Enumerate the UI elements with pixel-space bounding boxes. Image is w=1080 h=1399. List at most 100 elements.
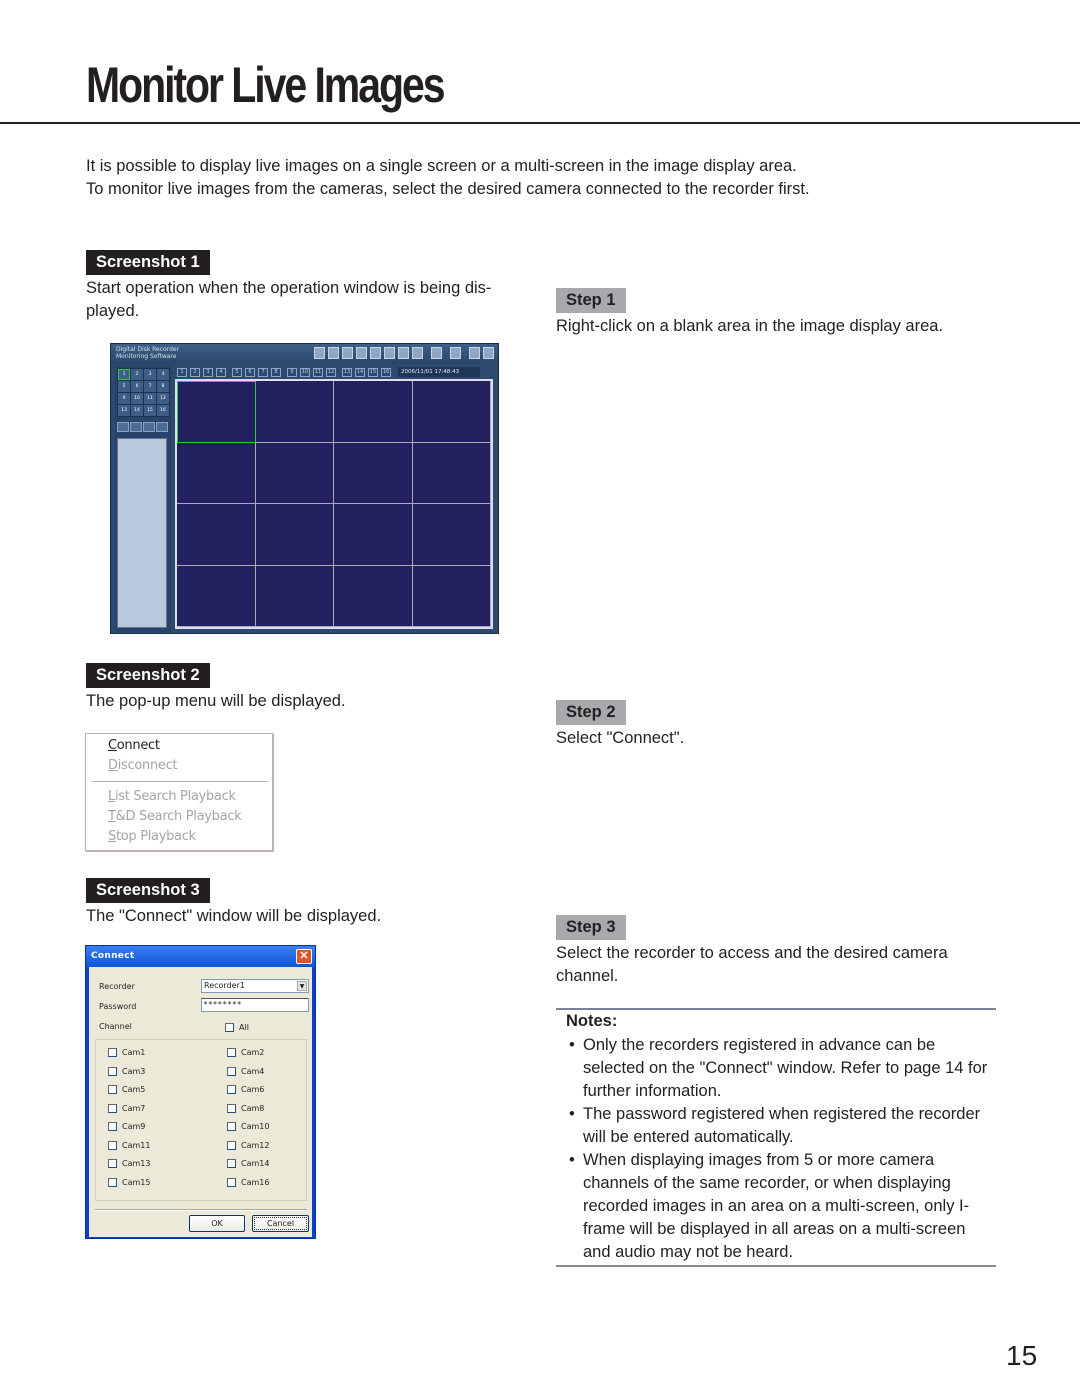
- toolbar-button[interactable]: [384, 347, 395, 359]
- toolbar-button[interactable]: [370, 347, 381, 359]
- chevron-down-icon[interactable]: ▼: [297, 981, 307, 991]
- camera-checkbox-row[interactable]: Cam3: [108, 1066, 145, 1076]
- camera-button-2[interactable]: 2: [131, 369, 143, 380]
- camera-button-3[interactable]: 3: [144, 369, 156, 380]
- layout-button-9[interactable]: [143, 422, 155, 432]
- channel-button-11[interactable]: 11: [313, 367, 323, 377]
- camera-checkbox[interactable]: [227, 1140, 236, 1150]
- display-area-cell[interactable]: [177, 565, 256, 627]
- channel-button-16[interactable]: 16: [381, 367, 391, 377]
- camera-button-1[interactable]: 1: [118, 369, 130, 380]
- recorder-list[interactable]: [117, 438, 167, 628]
- camera-checkbox[interactable]: [108, 1177, 117, 1187]
- all-checkbox-row[interactable]: All: [225, 1023, 249, 1032]
- camera-checkbox[interactable]: [227, 1159, 236, 1168]
- camera-button-11[interactable]: 11: [144, 393, 156, 404]
- camera-checkbox[interactable]: [227, 1177, 236, 1187]
- channel-button-7[interactable]: 7: [258, 367, 268, 377]
- close-icon[interactable]: ✕: [296, 949, 312, 964]
- camera-checkbox-row[interactable]: Cam8: [227, 1103, 264, 1113]
- display-area-cell[interactable]: [255, 504, 334, 566]
- camera-checkbox-row[interactable]: Cam15: [108, 1177, 150, 1187]
- camera-checkbox-row[interactable]: Cam13: [108, 1159, 150, 1168]
- camera-button-4[interactable]: 4: [157, 369, 169, 380]
- channel-button-10[interactable]: 10: [300, 367, 310, 377]
- camera-checkbox[interactable]: [227, 1085, 236, 1094]
- channel-button-9[interactable]: 9: [287, 367, 297, 377]
- toolbar-button[interactable]: [450, 347, 461, 359]
- channel-button-13[interactable]: 13: [342, 367, 352, 377]
- camera-checkbox-row[interactable]: Cam2: [227, 1048, 264, 1057]
- display-area-cell[interactable]: [255, 565, 334, 627]
- menu-item-disconnect[interactable]: Disconnect: [108, 757, 178, 775]
- camera-button-12[interactable]: 12: [157, 393, 169, 404]
- toolbar-button[interactable]: [398, 347, 409, 359]
- camera-checkbox[interactable]: [108, 1159, 117, 1168]
- menu-item-t-d-search-playback[interactable]: T&D Search Playback: [108, 808, 242, 826]
- password-field[interactable]: ********: [201, 998, 309, 1012]
- camera-checkbox[interactable]: [108, 1048, 117, 1057]
- display-area-cell[interactable]: [177, 381, 256, 443]
- camera-button-16[interactable]: 16: [157, 405, 169, 416]
- display-area-cell[interactable]: [334, 381, 413, 443]
- camera-button-9[interactable]: 9: [118, 393, 130, 404]
- camera-checkbox-row[interactable]: Cam6: [227, 1085, 264, 1094]
- camera-checkbox-row[interactable]: Cam7: [108, 1103, 145, 1113]
- camera-checkbox-row[interactable]: Cam10: [227, 1122, 269, 1131]
- channel-button-14[interactable]: 14: [355, 367, 365, 377]
- toolbar-button[interactable]: [412, 347, 423, 359]
- camera-button-6[interactable]: 6: [131, 381, 143, 392]
- toolbar-button[interactable]: [314, 347, 325, 359]
- camera-checkbox-row[interactable]: Cam5: [108, 1085, 145, 1094]
- camera-button-8[interactable]: 8: [157, 381, 169, 392]
- camera-checkbox[interactable]: [227, 1122, 236, 1131]
- display-area-cell[interactable]: [412, 381, 491, 443]
- camera-checkbox-row[interactable]: Cam16: [227, 1177, 269, 1187]
- camera-button-15[interactable]: 15: [144, 405, 156, 416]
- channel-button-15[interactable]: 15: [368, 367, 378, 377]
- toolbar-button[interactable]: [469, 347, 480, 359]
- toolbar-button[interactable]: [328, 347, 339, 359]
- camera-button-7[interactable]: 7: [144, 381, 156, 392]
- ok-button[interactable]: OK: [189, 1215, 245, 1232]
- display-area-cell[interactable]: [255, 442, 334, 504]
- camera-button-10[interactable]: 10: [131, 393, 143, 404]
- camera-checkbox[interactable]: [108, 1103, 117, 1113]
- channel-button-12[interactable]: 12: [326, 367, 336, 377]
- cancel-button[interactable]: Cancel: [252, 1215, 309, 1232]
- display-area-cell[interactable]: [177, 442, 256, 504]
- image-display-area[interactable]: [175, 379, 493, 629]
- channel-button-5[interactable]: 5: [232, 367, 242, 377]
- camera-checkbox-row[interactable]: Cam9: [108, 1122, 145, 1131]
- display-area-cell[interactable]: [412, 442, 491, 504]
- camera-checkbox[interactable]: [108, 1085, 117, 1094]
- all-checkbox[interactable]: [225, 1023, 234, 1032]
- camera-checkbox[interactable]: [108, 1140, 117, 1150]
- layout-button-16[interactable]: [156, 422, 168, 432]
- display-area-cell[interactable]: [412, 565, 491, 627]
- toolbar-button[interactable]: [356, 347, 367, 359]
- display-area-cell[interactable]: [177, 504, 256, 566]
- display-area-cell[interactable]: [334, 565, 413, 627]
- channel-button-2[interactable]: 2: [190, 367, 200, 377]
- exit-button[interactable]: [483, 347, 494, 359]
- camera-button-14[interactable]: 14: [131, 405, 143, 416]
- camera-checkbox-row[interactable]: Cam12: [227, 1140, 269, 1150]
- channel-button-6[interactable]: 6: [245, 367, 255, 377]
- camera-button-5[interactable]: 5: [118, 381, 130, 392]
- display-area-cell[interactable]: [255, 381, 334, 443]
- camera-checkbox-row[interactable]: Cam14: [227, 1159, 269, 1168]
- camera-checkbox-row[interactable]: Cam11: [108, 1140, 150, 1150]
- display-area-cell[interactable]: [334, 442, 413, 504]
- camera-checkbox[interactable]: [108, 1122, 117, 1131]
- recorder-select[interactable]: Recorder1 ▼: [201, 979, 309, 993]
- layout-button-7[interactable]: [130, 422, 142, 432]
- camera-checkbox-row[interactable]: Cam4: [227, 1066, 264, 1076]
- menu-item-connect[interactable]: Connect: [108, 737, 160, 755]
- menu-item-stop-playback[interactable]: Stop Playback: [108, 828, 196, 846]
- channel-button-8[interactable]: 8: [271, 367, 281, 377]
- channel-button-4[interactable]: 4: [216, 367, 226, 377]
- camera-button-13[interactable]: 13: [118, 405, 130, 416]
- camera-checkbox[interactable]: [227, 1048, 236, 1057]
- camera-checkbox[interactable]: [227, 1103, 236, 1113]
